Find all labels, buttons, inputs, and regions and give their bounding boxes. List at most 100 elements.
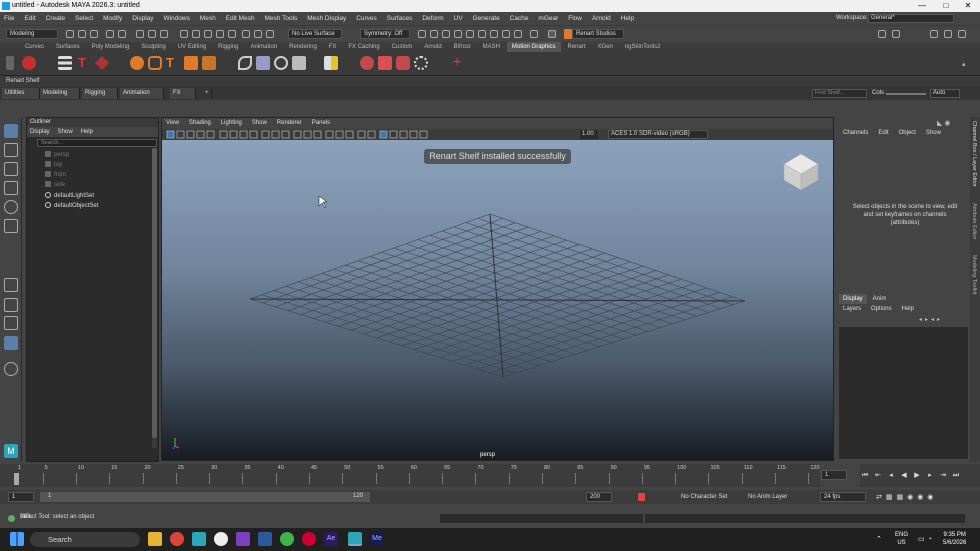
- outliner-menu-help[interactable]: Help: [78, 127, 96, 137]
- curve-icon[interactable]: [148, 56, 162, 70]
- menu-windows[interactable]: Windows: [159, 12, 193, 25]
- snap-2-icon[interactable]: [254, 30, 262, 38]
- time-slider[interactable]: 1 5 10 15 20 25 30 35 40 45 50 55 60 65 70 75 80 85 90 95 10…: [0, 464, 820, 487]
- exposure-field[interactable]: 1.00: [580, 130, 598, 139]
- fps-dropdown[interactable]: 24 fps: [820, 492, 866, 502]
- shelf-tab-fx[interactable]: FX: [324, 42, 342, 52]
- maya-active-icon[interactable]: [348, 532, 362, 546]
- viewport-menu-lighting[interactable]: Lighting: [217, 118, 246, 129]
- viewport-canvas[interactable]: Renart Shelf installed successfully pers…: [162, 140, 833, 460]
- maya-taskbar-icon[interactable]: [192, 532, 206, 546]
- shelf-tab-motion-graphics[interactable]: Motion Graphics: [506, 42, 561, 52]
- snap-live-icon[interactable]: [228, 30, 236, 38]
- shelf-tab-animation[interactable]: Animation: [245, 42, 282, 52]
- symmetry-dropdown[interactable]: Symmetry: Off: [360, 29, 410, 39]
- select-component-icon[interactable]: [160, 30, 168, 38]
- menu-generate[interactable]: Generate: [469, 12, 504, 25]
- app-icon[interactable]: [214, 532, 228, 546]
- shirt-icon[interactable]: [378, 56, 392, 70]
- layout-icon[interactable]: [930, 30, 938, 38]
- language-indicator[interactable]: ENG US: [895, 531, 908, 547]
- outliner-search-input[interactable]: Search...: [37, 139, 157, 147]
- shelf-tab-ngskintools2[interactable]: ngSkinTools2: [620, 42, 666, 52]
- hypershade-icon[interactable]: [466, 30, 474, 38]
- render-frame-icon[interactable]: [418, 30, 426, 38]
- undo-icon[interactable]: [106, 30, 114, 38]
- go-to-start-icon[interactable]: ⏮: [860, 464, 870, 487]
- color-space-dropdown[interactable]: ACES 1.0 SDR-video (sRGB): [608, 130, 708, 139]
- menu-mesh-tools[interactable]: Mesh Tools: [261, 12, 302, 25]
- outliner-item-default-object-set[interactable]: defaultObjectSet: [45, 202, 98, 211]
- step-back-frame-icon[interactable]: ◂: [886, 464, 896, 487]
- tab-animation[interactable]: Animation: [120, 88, 164, 99]
- animation-end-field[interactable]: 200: [586, 492, 612, 502]
- menu-arnold[interactable]: Arnold: [588, 12, 615, 25]
- side-tab-attribute-editor[interactable]: Attribute Editor: [971, 203, 977, 239]
- range-slider[interactable]: 1 120: [40, 492, 370, 502]
- layer-list[interactable]: [839, 327, 968, 459]
- animation-start-field[interactable]: 1: [8, 492, 34, 502]
- lasso-tool-icon[interactable]: [4, 143, 18, 157]
- outliner-layout-icon[interactable]: [4, 336, 18, 350]
- menu-curves[interactable]: Curves: [352, 12, 381, 25]
- current-time-indicator[interactable]: [14, 473, 19, 485]
- shield-icon[interactable]: [396, 56, 410, 70]
- arnold-render-icon[interactable]: [478, 30, 486, 38]
- tray-chevron-icon[interactable]: ⌃: [876, 535, 882, 543]
- menu-create[interactable]: Create: [42, 12, 70, 25]
- save-scene-icon[interactable]: [90, 30, 98, 38]
- distribute-icon[interactable]: [95, 56, 109, 70]
- snap-grid-icon[interactable]: [180, 30, 188, 38]
- step-forward-key-icon[interactable]: ⇥: [938, 464, 948, 487]
- menu-help[interactable]: Help: [617, 12, 638, 25]
- text-icon[interactable]: T: [166, 56, 180, 70]
- file-explorer-icon[interactable]: [148, 532, 162, 546]
- channel-menu-object[interactable]: Object: [895, 128, 920, 138]
- current-frame-field[interactable]: 1: [821, 470, 847, 480]
- viewport-menu-renderer[interactable]: Renderer: [273, 118, 306, 129]
- maximize-button[interactable]: □: [934, 0, 958, 12]
- shelf-tab-fx-caching[interactable]: FX Caching: [343, 42, 384, 52]
- menu-mesh-display[interactable]: Mesh Display: [303, 12, 350, 25]
- new-scene-icon[interactable]: [66, 30, 74, 38]
- minimize-button[interactable]: —: [910, 0, 934, 12]
- workspace-dropdown[interactable]: General*: [868, 14, 954, 23]
- layer-menu-layers[interactable]: Layers: [839, 304, 865, 314]
- bend-icon[interactable]: [238, 56, 252, 70]
- outliner-item-side[interactable]: side: [45, 181, 65, 190]
- menu-flow[interactable]: Flow: [564, 12, 586, 25]
- select-tool-icon[interactable]: [4, 124, 18, 138]
- mel-command-input[interactable]: [440, 514, 643, 523]
- loop-audio-icons[interactable]: ⇄▦▦◉◉◉: [876, 493, 937, 501]
- app-red-icon[interactable]: [302, 532, 316, 546]
- scale-tool-icon[interactable]: [4, 219, 18, 233]
- toggle-sidebar-icon[interactable]: [878, 30, 886, 38]
- cols-dropdown[interactable]: Auto: [930, 89, 960, 98]
- layer-action-icons[interactable]: ◂▸◂▸: [919, 316, 943, 323]
- menu-mesh[interactable]: Mesh: [196, 12, 220, 25]
- outliner-item-default-light-set[interactable]: defaultLightSet: [45, 192, 94, 201]
- list-icon[interactable]: [58, 56, 72, 70]
- outliner-menu-show[interactable]: Show: [55, 127, 76, 137]
- close-button[interactable]: ✕: [956, 0, 980, 12]
- render-view-icon[interactable]: [490, 30, 498, 38]
- shelf-tab-custom[interactable]: Custom: [387, 42, 418, 52]
- menu-mgear[interactable]: mGear: [534, 12, 562, 25]
- snap-view-plane-icon[interactable]: [216, 30, 224, 38]
- mash-network-icon[interactable]: [22, 56, 36, 70]
- settings-icon[interactable]: [892, 30, 900, 38]
- shelf-menu-icon[interactable]: [6, 56, 14, 70]
- menu-cache[interactable]: Cache: [506, 12, 533, 25]
- snap-point-icon[interactable]: [204, 30, 212, 38]
- add-tab-button[interactable]: +: [202, 88, 212, 99]
- menu-uv[interactable]: UV: [450, 12, 467, 25]
- layer-menu-options[interactable]: Options: [867, 304, 896, 314]
- align-icon[interactable]: [324, 56, 338, 70]
- viewport-menu-view[interactable]: View: [162, 118, 183, 129]
- snap-3-icon[interactable]: [266, 30, 274, 38]
- outliner-menu-display[interactable]: Display: [27, 127, 53, 137]
- outliner-scrollbar[interactable]: [152, 148, 157, 448]
- outliner-item-persp[interactable]: persp: [45, 151, 69, 160]
- redo-icon[interactable]: [118, 30, 126, 38]
- snap-curve-icon[interactable]: [192, 30, 200, 38]
